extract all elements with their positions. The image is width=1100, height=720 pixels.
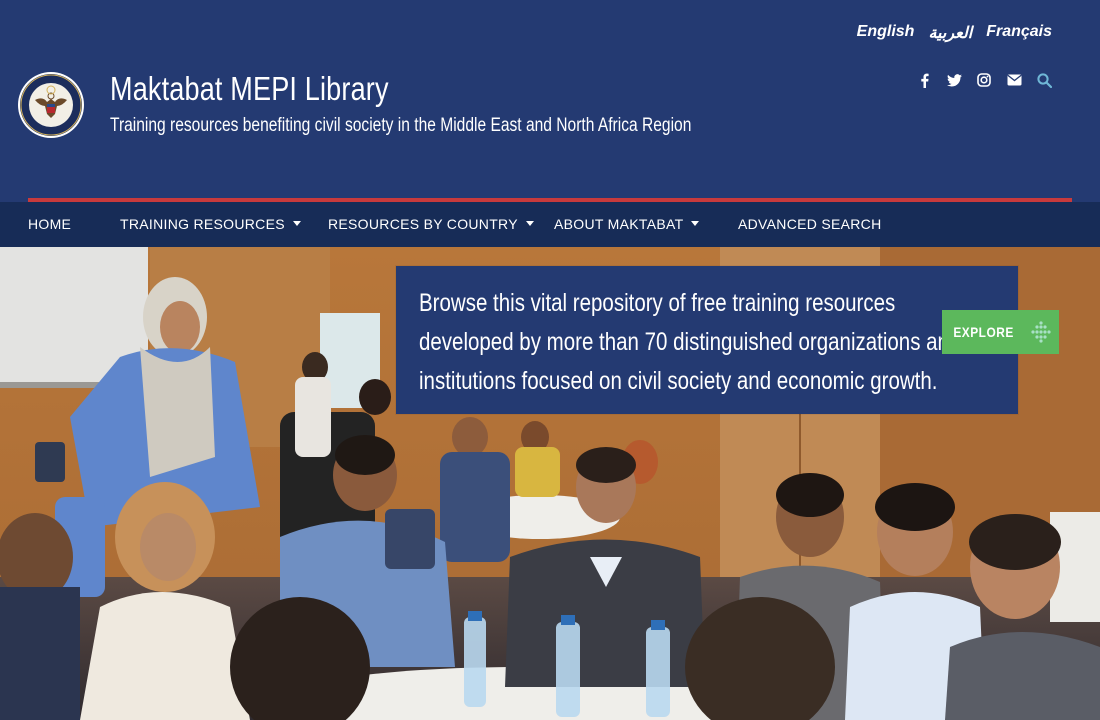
site-header: English العربية Français Maktabat MEPI L…	[0, 0, 1100, 198]
nav-resources-by-country[interactable]: RESOURCES BY COUNTRY	[328, 216, 534, 232]
site-subtitle: Training resources benefiting civil soci…	[110, 115, 692, 136]
hero-message-box: Browse this vital repository of free tra…	[396, 266, 1018, 414]
site-title[interactable]: Maktabat MEPI Library	[110, 70, 389, 108]
dotted-arrow-icon	[1031, 321, 1051, 343]
hero-banner: Browse this vital repository of free tra…	[0, 247, 1100, 720]
nav-advanced-search-label: ADVANCED SEARCH	[738, 216, 882, 232]
caret-down-icon	[292, 220, 301, 226]
main-navigation: HOME TRAINING RESOURCES RESOURCES BY COU…	[0, 202, 1100, 247]
twitter-icon[interactable]	[946, 71, 962, 89]
hero-tagline: Browse this vital repository of free tra…	[419, 289, 961, 395]
nav-about-maktabat[interactable]: ABOUT MAKTABAT	[554, 216, 700, 232]
facebook-icon[interactable]	[916, 71, 932, 89]
nav-training-resources-label: TRAINING RESOURCES	[120, 216, 285, 232]
envelope-icon[interactable]	[1006, 71, 1022, 89]
nav-resources-by-country-label: RESOURCES BY COUNTRY	[328, 216, 518, 232]
explore-button[interactable]: EXPLORE	[942, 310, 1059, 354]
nav-training-resources[interactable]: TRAINING RESOURCES	[120, 216, 301, 232]
instagram-icon[interactable]	[976, 71, 992, 89]
nav-advanced-search[interactable]: ADVANCED SEARCH	[738, 216, 882, 232]
explore-button-label: EXPLORE	[953, 324, 1014, 340]
nav-home[interactable]: HOME	[28, 216, 71, 232]
caret-down-icon	[525, 220, 534, 226]
social-links	[916, 71, 1052, 89]
language-french[interactable]: Français	[986, 23, 1052, 43]
language-arabic[interactable]: العربية	[928, 23, 972, 43]
department-of-state-seal-icon[interactable]	[17, 66, 85, 144]
caret-down-icon	[691, 220, 700, 226]
nav-home-label: HOME	[28, 216, 72, 232]
nav-about-maktabat-label: ABOUT MAKTABAT	[554, 216, 684, 232]
language-english[interactable]: English	[857, 23, 915, 43]
language-switcher: English العربية Français	[857, 23, 1052, 43]
search-icon[interactable]	[1036, 71, 1052, 89]
